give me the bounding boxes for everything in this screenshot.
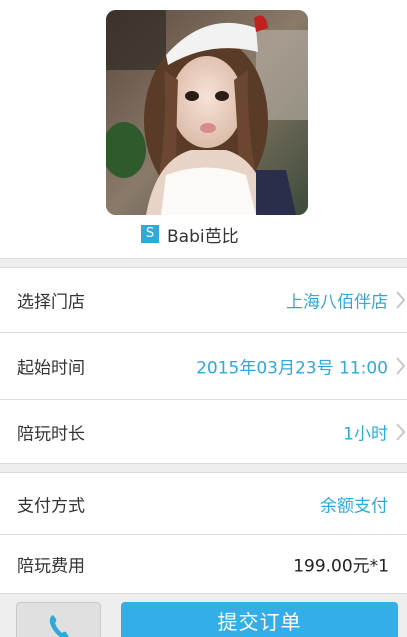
- section-separator: [0, 258, 407, 268]
- section-separator: [0, 463, 407, 473]
- nickname-text: Babi芭比: [167, 226, 239, 247]
- avatar[interactable]: [106, 10, 308, 215]
- start-time-value: 2015年03月23号 11:00: [196, 358, 388, 379]
- order-page: S Babi芭比 选择门店 上海八佰伴店 起始时间 2015年03月23号 11…: [0, 0, 407, 637]
- fee-value: 199.00元*1: [293, 556, 389, 577]
- profile-header: S Babi芭比: [0, 0, 407, 258]
- fee-row: 陪玩费用 199.00元*1: [0, 535, 407, 593]
- chevron-right-icon: [396, 422, 406, 441]
- chevron-right-icon: [396, 357, 406, 375]
- fee-label: 陪玩费用: [17, 556, 85, 577]
- bottom-action-bar: 提交订单: [0, 593, 407, 637]
- submit-order-button[interactable]: 提交订单: [121, 602, 398, 637]
- nickname-badge-icon: S: [141, 225, 159, 243]
- phone-icon: [49, 615, 69, 637]
- start-time-row[interactable]: 起始时间 2015年03月23号 11:00: [0, 333, 407, 399]
- payment-value: 余额支付: [320, 496, 388, 516]
- avatar-photo: [106, 10, 308, 215]
- chevron-right-icon: [396, 291, 406, 309]
- payment-label: 支付方式: [17, 496, 85, 516]
- call-button[interactable]: [16, 602, 101, 637]
- store-row[interactable]: 选择门店 上海八佰伴店: [0, 268, 407, 332]
- nickname: S Babi芭比: [141, 222, 239, 247]
- duration-label: 陪玩时长: [17, 424, 85, 444]
- store-label: 选择门店: [17, 292, 85, 313]
- start-time-label: 起始时间: [17, 358, 85, 379]
- payment-row[interactable]: 支付方式 余额支付: [0, 473, 407, 534]
- duration-value: 1小时: [343, 424, 388, 444]
- duration-row[interactable]: 陪玩时长 1小时: [0, 400, 407, 463]
- store-value: 上海八佰伴店: [286, 292, 388, 313]
